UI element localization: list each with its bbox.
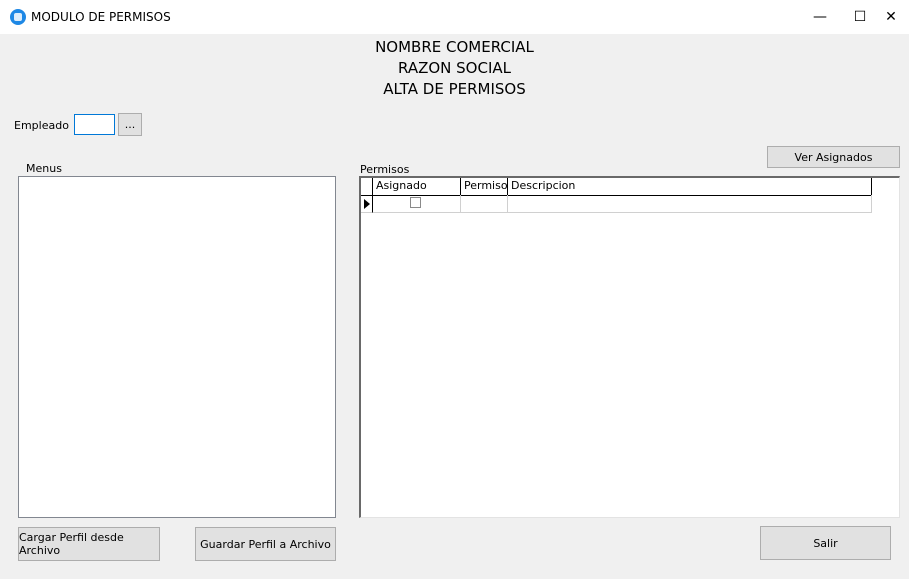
cargar-perfil-button[interactable]: Cargar Perfil desde Archivo: [18, 527, 160, 561]
title-bar: MODULO DE PERMISOS — ☐ ✕: [0, 0, 909, 34]
table-row[interactable]: [361, 195, 872, 213]
asignado-checkbox[interactable]: [410, 197, 421, 208]
column-header-asignado[interactable]: Asignado: [373, 178, 461, 195]
grid-header: Asignado Permiso Descripcion: [361, 178, 872, 196]
header-nombre-comercial: NOMBRE COMERCIAL: [375, 38, 534, 56]
current-row-arrow-icon: [364, 199, 370, 209]
column-header-permiso[interactable]: Permiso: [461, 178, 508, 195]
permisos-label: Permisos: [360, 163, 410, 176]
cell-descripcion[interactable]: [508, 195, 872, 213]
empleado-label: Empleado: [14, 119, 69, 132]
header-razon-social: RAZON SOCIAL: [398, 59, 511, 77]
app-icon: [10, 9, 26, 25]
cell-asignado[interactable]: [373, 195, 461, 213]
menus-list[interactable]: [18, 176, 336, 518]
permisos-grid[interactable]: Asignado Permiso Descripcion: [359, 176, 900, 518]
ver-asignados-button[interactable]: Ver Asignados: [767, 146, 900, 168]
salir-button[interactable]: Salir: [760, 526, 891, 560]
menus-label: Menus: [26, 162, 62, 175]
row-header-corner: [361, 178, 373, 195]
window-title: MODULO DE PERMISOS: [31, 10, 171, 24]
close-button[interactable]: ✕: [868, 0, 909, 34]
header-alta-permisos: ALTA DE PERMISOS: [383, 80, 526, 98]
cell-permiso[interactable]: [461, 195, 508, 213]
empleado-browse-button[interactable]: ...: [118, 113, 142, 136]
column-header-descripcion[interactable]: Descripcion: [508, 178, 872, 195]
empleado-input[interactable]: [74, 114, 115, 135]
row-selector[interactable]: [361, 195, 373, 213]
guardar-perfil-button[interactable]: Guardar Perfil a Archivo: [195, 527, 336, 561]
